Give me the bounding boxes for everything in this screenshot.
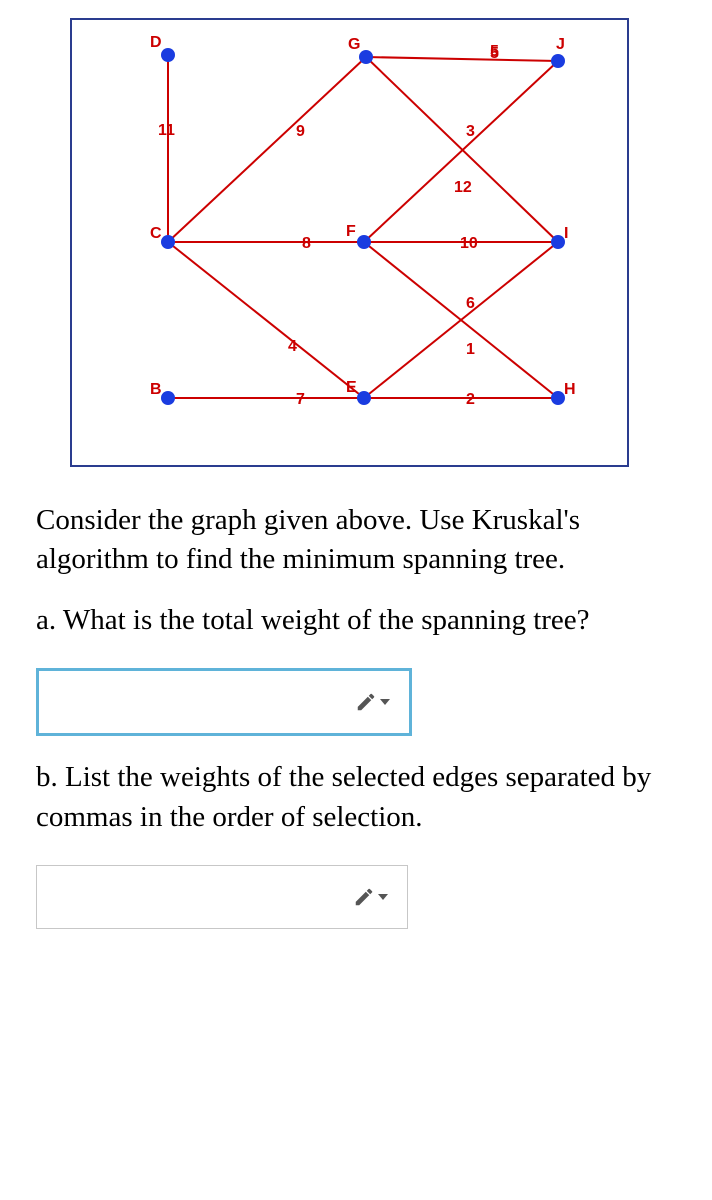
svg-text:J: J [556,36,565,53]
svg-text:4: 4 [288,338,297,355]
svg-text:12: 12 [454,179,472,196]
answer-b-container [36,865,408,929]
svg-text:10: 10 [460,235,478,252]
svg-text:6: 6 [466,295,475,312]
question-b: b. List the weights of the selected edge… [36,758,676,836]
answer-a-tool-button[interactable] [335,671,409,733]
prompt-text: Consider the graph given above. Use Krus… [36,501,676,579]
svg-text:G: G [348,36,360,53]
svg-text:11: 11 [158,122,175,139]
svg-text:3: 3 [466,123,475,140]
question-a: a. What is the total weight of the spann… [36,601,676,640]
svg-text:B: B [150,381,162,398]
pencil-icon [355,691,377,713]
svg-text:1: 1 [466,341,475,358]
svg-text:H: H [564,381,576,398]
svg-text:I: I [564,225,568,242]
svg-text:F: F [346,223,356,240]
answer-b-input[interactable] [37,866,333,928]
svg-text:9: 9 [296,123,305,140]
answer-a-input[interactable] [39,671,335,733]
svg-text:5: 5 [490,43,499,60]
answer-b-tool-button[interactable] [333,866,407,928]
svg-text:7: 7 [296,391,305,408]
graph-figure: 1193551281046172DGJCFIBEH [70,18,629,467]
answer-a-container [36,668,412,736]
chevron-down-icon [380,699,390,705]
chevron-down-icon [378,894,388,900]
svg-text:E: E [346,379,357,396]
svg-text:2: 2 [466,391,475,408]
pencil-icon [353,886,375,908]
svg-text:8: 8 [302,235,311,252]
svg-text:C: C [150,225,162,242]
svg-text:D: D [150,34,162,51]
